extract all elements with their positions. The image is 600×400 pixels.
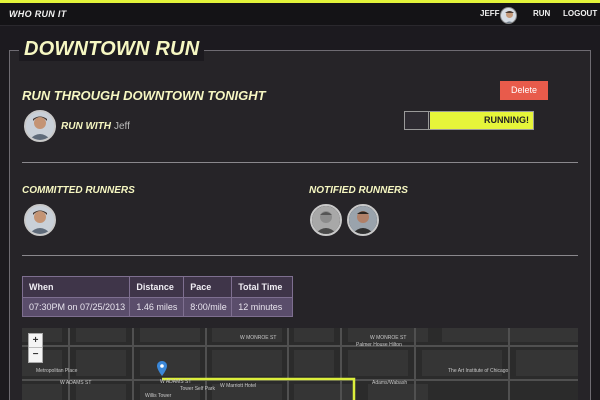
map-place-label: W Marriott Hotel <box>220 383 257 389</box>
column-header-pace: Pace <box>183 276 233 298</box>
committed-runners-title: COMMITTED RUNNERS <box>22 185 135 196</box>
map-street-label: W ADAMS ST <box>60 380 92 386</box>
map-street-label: W MONROE ST <box>240 335 277 341</box>
run-heading: RUN THROUGH DOWNTOWN TONIGHT <box>22 88 266 103</box>
zoom-out-button[interactable]: − <box>29 348 42 362</box>
map-place-label: Adams/Wabash <box>372 380 408 386</box>
map-place-label: The Art Institute of Chicago <box>448 368 509 374</box>
notified-runner-avatar[interactable] <box>347 204 379 236</box>
cell-pace: 8:00/mile <box>183 297 233 317</box>
run-status-bar: RUNNING! <box>404 111 534 130</box>
map-marker-icon[interactable] <box>157 361 167 376</box>
divider <box>22 255 578 256</box>
nav-user-name[interactable]: JEFF <box>480 9 500 18</box>
nav-avatar[interactable] <box>500 7 517 24</box>
notified-runners-title: NOTIFIED RUNNERS <box>309 185 408 196</box>
table-row: 07:30PM on 07/25/2013 1.46 miles 8:00/mi… <box>22 297 293 317</box>
divider <box>22 162 578 163</box>
column-header-distance: Distance <box>129 276 185 298</box>
cell-when: 07:30PM on 07/25/2013 <box>22 297 131 317</box>
status-label: RUNNING! <box>484 115 529 125</box>
brand-logo[interactable]: WHO RUN IT <box>9 9 67 19</box>
run-with-label: RUN WITH <box>61 121 111 132</box>
column-header-when: When <box>22 276 131 298</box>
host-name: Jeff <box>114 121 130 132</box>
cell-total-time: 12 minutes <box>231 297 293 317</box>
cell-distance: 1.46 miles <box>129 297 185 317</box>
navbar: WHO RUN IT JEFF RUN LOGOUT <box>0 3 600 26</box>
host-avatar[interactable] <box>24 110 56 142</box>
route-map[interactable] <box>22 328 578 400</box>
map-place-label: Palmer House Hilton <box>356 342 402 348</box>
map-street-label: W ADAMS ST <box>160 379 192 385</box>
map-place-label: Tower Self Park <box>180 386 216 392</box>
column-header-total-time: Total Time <box>231 276 293 298</box>
table-header-row: When Distance Pace Total Time <box>22 276 293 298</box>
zoom-in-button[interactable]: + <box>29 334 42 348</box>
status-bar-empty <box>405 112 429 129</box>
map-zoom-control: + − <box>28 333 43 363</box>
map-place-label: Willis Tower <box>145 393 172 399</box>
notified-runner-avatar[interactable] <box>310 204 342 236</box>
page-title: DOWNTOWN RUN <box>19 38 205 61</box>
map-street-label: W MONROE ST <box>370 335 407 341</box>
map-place-label: Metropolitan Place <box>36 368 78 374</box>
committed-runner-avatar[interactable] <box>24 204 56 236</box>
run-details-table: When Distance Pace Total Time 07:30PM on… <box>22 276 293 317</box>
nav-logout-link[interactable]: LOGOUT <box>563 9 597 18</box>
delete-button[interactable]: Delete <box>500 81 548 100</box>
nav-run-link[interactable]: RUN <box>533 9 550 18</box>
